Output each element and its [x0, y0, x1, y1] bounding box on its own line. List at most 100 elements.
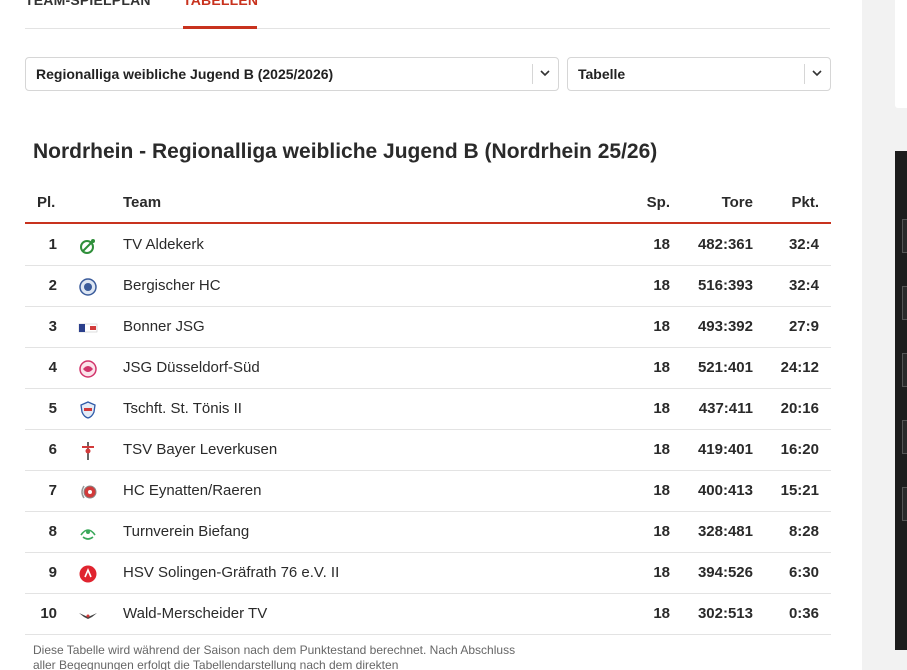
- banner-marker: [902, 487, 907, 521]
- cell-pl: 9: [48, 564, 57, 581]
- header-tore: Tore: [721, 194, 753, 211]
- cell-pkt: 24:12: [780, 359, 819, 376]
- cell-sp: 18: [653, 318, 670, 335]
- cell-tore: 437:411: [698, 400, 753, 417]
- table-row: 7 HC Eynatten/Raeren 18 400:413 15:21: [25, 471, 831, 512]
- cell-pkt: 16:20: [780, 441, 819, 458]
- cell-pkt: 6:30: [788, 564, 819, 581]
- green-emblem-logo-icon: [80, 529, 96, 540]
- cell-pl: 3: [48, 318, 57, 335]
- cell-sp: 18: [653, 523, 670, 540]
- wings-logo-icon: [79, 613, 97, 619]
- cell-sp: 18: [653, 564, 670, 581]
- league-select[interactable]: Regionalliga weibliche Jugend B (2025/20…: [25, 57, 559, 91]
- tab-bar: TEAM-SPIELPLAN TABELLEN: [25, 0, 830, 29]
- table-title: Nordrhein - Regionalliga weibliche Jugen…: [33, 140, 658, 163]
- cell-tore: 521:401: [697, 359, 753, 376]
- active-tab-indicator: [183, 26, 257, 29]
- cell-sp: 18: [653, 441, 670, 458]
- cell-tore: 394:526: [697, 564, 753, 581]
- select-separator: [804, 64, 805, 84]
- right-sidebar: [862, 0, 907, 670]
- table-note: Diese Tabelle wird während der Saison na…: [33, 643, 516, 670]
- cell-pl: 2: [48, 277, 57, 294]
- select-separator: [532, 64, 533, 84]
- cell-sp: 18: [653, 359, 670, 376]
- view-select[interactable]: Tabelle: [567, 57, 831, 91]
- tab-team-spielplan[interactable]: TEAM-SPIELPLAN: [25, 0, 151, 8]
- blue-red-banner-logo-icon: [78, 323, 98, 333]
- main-content: TEAM-SPIELPLAN TABELLEN Regionalliga wei…: [0, 0, 862, 670]
- table-row: 8 Turnverein Biefang 18 328:481 8:28: [25, 512, 831, 553]
- cell-sp: 18: [653, 605, 670, 622]
- banner-marker: [902, 420, 907, 454]
- green-ball-logo-icon: [80, 239, 95, 254]
- blue-shield-logo-icon: [80, 401, 96, 419]
- banner-marker: [902, 219, 907, 253]
- tab-tabellen[interactable]: TABELLEN: [183, 0, 258, 8]
- header-pkt: Pkt.: [791, 194, 819, 211]
- cell-team[interactable]: Bonner JSG: [123, 318, 205, 335]
- cell-team[interactable]: HSV Solingen-Gräfrath 76 e.V. II: [123, 564, 339, 581]
- cell-pkt: 8:28: [788, 523, 819, 540]
- cell-tore: 516:393: [697, 277, 753, 294]
- table-body: 1 TV Aldekerk 18 482:361 32:4 2 Bergisch…: [25, 225, 831, 635]
- header-pl: Pl.: [37, 194, 56, 211]
- cell-team[interactable]: HC Eynatten/Raeren: [123, 482, 261, 499]
- cell-pl: 10: [40, 605, 57, 622]
- cell-pl: 1: [48, 236, 57, 253]
- cell-team[interactable]: TSV Bayer Leverkusen: [123, 441, 277, 458]
- cell-pkt: 20:16: [780, 400, 819, 417]
- cell-pl: 4: [48, 359, 57, 376]
- cell-team[interactable]: Bergischer HC: [123, 277, 221, 294]
- cell-pkt: 0:36: [788, 605, 819, 622]
- table-row: 10 Wald-Merscheider TV 18 302:513 0:36: [25, 594, 831, 635]
- cell-tore: 328:481: [697, 523, 753, 540]
- league-select-value: Regionalliga weibliche Jugend B (2025/20…: [36, 66, 334, 82]
- cell-pl: 6: [48, 441, 57, 458]
- cell-pkt: 15:21: [780, 482, 819, 499]
- header-sp: Sp.: [646, 194, 670, 211]
- cell-tore: 302:513: [697, 605, 753, 622]
- chevron-down-icon[interactable]: [810, 66, 824, 80]
- banner-marker: [902, 286, 907, 320]
- table-row: 3 Bonner JSG 18 493:392 27:9: [25, 307, 831, 348]
- red-grey-ball-logo-icon: [81, 485, 97, 499]
- cell-pl: 5: [48, 400, 57, 417]
- view-select-value: Tabelle: [578, 66, 626, 82]
- red-ball-logo-icon: [79, 565, 97, 583]
- table-row: 4 JSG Düsseldorf-Süd 18 521:401 24:12: [25, 348, 831, 389]
- table-row: 2 Bergischer HC 18 516:393 32:4: [25, 266, 831, 307]
- banner-marker: [902, 353, 907, 387]
- cell-tore: 400:413: [697, 482, 753, 499]
- cell-team[interactable]: JSG Düsseldorf-Süd: [123, 359, 260, 376]
- cell-team[interactable]: Turnverein Biefang: [123, 523, 249, 540]
- cell-pkt: 32:4: [788, 236, 819, 253]
- red-cross-logo-icon: [82, 442, 94, 460]
- sidebar-card: [895, 0, 907, 108]
- cell-pl: 7: [48, 482, 57, 499]
- sidebar-banner-image[interactable]: [895, 151, 907, 650]
- cell-tore: 493:392: [697, 318, 753, 335]
- cell-tore: 419:401: [697, 441, 753, 458]
- cell-team[interactable]: TV Aldekerk: [123, 236, 204, 253]
- cell-sp: 18: [653, 277, 670, 294]
- cell-sp: 18: [653, 482, 670, 499]
- cell-sp: 18: [653, 400, 670, 417]
- table-header: Pl. Team Sp. Tore Pkt.: [25, 184, 831, 224]
- table-row: 1 TV Aldekerk 18 482:361 32:4: [25, 225, 831, 266]
- chevron-down-icon[interactable]: [538, 66, 552, 80]
- cell-pkt: 27:9: [788, 318, 819, 335]
- table-row: 6 TSV Bayer Leverkusen 18 419:401 16:20: [25, 430, 831, 471]
- cell-team[interactable]: Wald-Merscheider TV: [123, 605, 267, 622]
- cell-pkt: 32:4: [788, 277, 819, 294]
- table-row: 9 HSV Solingen-Gräfrath 76 e.V. II 18 39…: [25, 553, 831, 594]
- cell-tore: 482:361: [697, 236, 753, 253]
- cell-sp: 18: [653, 236, 670, 253]
- pink-round-logo-icon: [79, 360, 97, 378]
- blue-round-logo-icon: [79, 278, 97, 296]
- table-row: 5 Tschft. St. Tönis II 18 437:411 20:16: [25, 389, 831, 430]
- cell-pl: 8: [48, 523, 57, 540]
- cell-team[interactable]: Tschft. St. Tönis II: [123, 400, 242, 417]
- header-team: Team: [123, 194, 162, 211]
